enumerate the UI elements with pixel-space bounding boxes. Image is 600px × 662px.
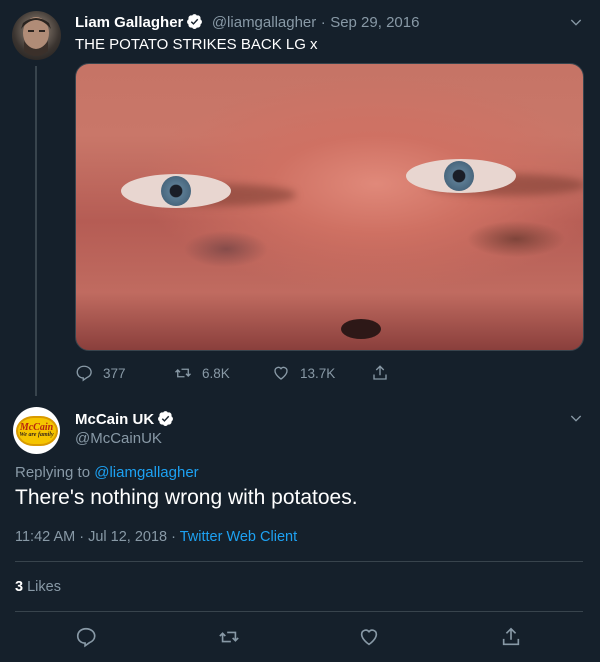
- reply-icon: [76, 365, 92, 382]
- divider: [15, 561, 583, 562]
- mccain-avatar[interactable]: McCain We are family: [13, 407, 60, 454]
- reply-action[interactable]: 377: [75, 364, 126, 382]
- tweet1-separator: ·: [320, 14, 326, 31]
- likes-summary[interactable]: 3 Likes: [15, 579, 61, 595]
- tweet2-header: McCain UK: [75, 410, 174, 429]
- share-icon: [373, 365, 387, 380]
- likes-count: 3: [15, 579, 24, 595]
- retweet-count: 6.8K: [202, 365, 230, 381]
- replying-to-prefix: Replying to: [15, 464, 95, 481]
- share-icon[interactable]: [500, 626, 522, 648]
- tweet2-client[interactable]: Twitter Web Client: [180, 529, 297, 545]
- likes-label: Likes: [23, 579, 61, 595]
- liam-avatar-image: [21, 17, 51, 56]
- tweet2-author-name[interactable]: McCain UK: [75, 411, 154, 428]
- tweet2-meta: 11:42 AM · Jul 12, 2018 · Twitter Web Cl…: [15, 529, 297, 545]
- chevron-down-icon[interactable]: [568, 14, 584, 30]
- retweet-action[interactable]: 6.8K: [174, 364, 230, 382]
- tweet1-author-name[interactable]: Liam Gallagher: [75, 14, 183, 31]
- thread-connector-line: [35, 66, 37, 396]
- like-count: 13.7K: [300, 365, 336, 381]
- replying-to-handle[interactable]: @liamgallagher: [94, 464, 198, 481]
- tweet2-text: There's nothing wrong with potatoes.: [15, 486, 358, 509]
- photo-left-eye: [121, 174, 231, 208]
- tweet2-handle[interactable]: @McCainUK: [75, 430, 162, 447]
- mccain-logo-tagline: We are family: [19, 432, 54, 438]
- tweet1-actions: 377 6.8K 13.7K: [75, 364, 405, 388]
- retweet-icon: [175, 368, 191, 378]
- tweet1-photo[interactable]: [75, 63, 584, 351]
- retweet-icon[interactable]: [218, 626, 240, 648]
- mccain-logo: McCain We are family: [15, 415, 58, 446]
- share-action[interactable]: [371, 364, 399, 382]
- tweet1-date[interactable]: Sep 29, 2016: [330, 14, 419, 31]
- reply-icon[interactable]: [75, 626, 97, 648]
- reply-count: 377: [103, 365, 126, 381]
- tweet1-handle[interactable]: @liamgallagher: [212, 14, 316, 31]
- tweet2-timestamp[interactable]: 11:42 AM · Jul 12, 2018 ·: [15, 529, 180, 545]
- tweet1-text: THE POTATO STRIKES BACK LG x: [75, 36, 318, 53]
- tweet1-header: Liam Gallagher @liamgallagher · Sep 29, …: [75, 13, 419, 32]
- like-icon: [274, 366, 288, 380]
- like-icon[interactable]: [358, 626, 380, 648]
- liam-avatar[interactable]: [12, 11, 61, 60]
- verified-badge-icon: [187, 14, 203, 30]
- divider: [15, 611, 583, 612]
- replying-to: Replying to @liamgallagher: [15, 464, 199, 481]
- chevron-down-icon[interactable]: [568, 410, 584, 426]
- photo-right-eye: [406, 159, 516, 193]
- like-action[interactable]: 13.7K: [272, 364, 335, 382]
- verified-badge-icon: [158, 411, 174, 427]
